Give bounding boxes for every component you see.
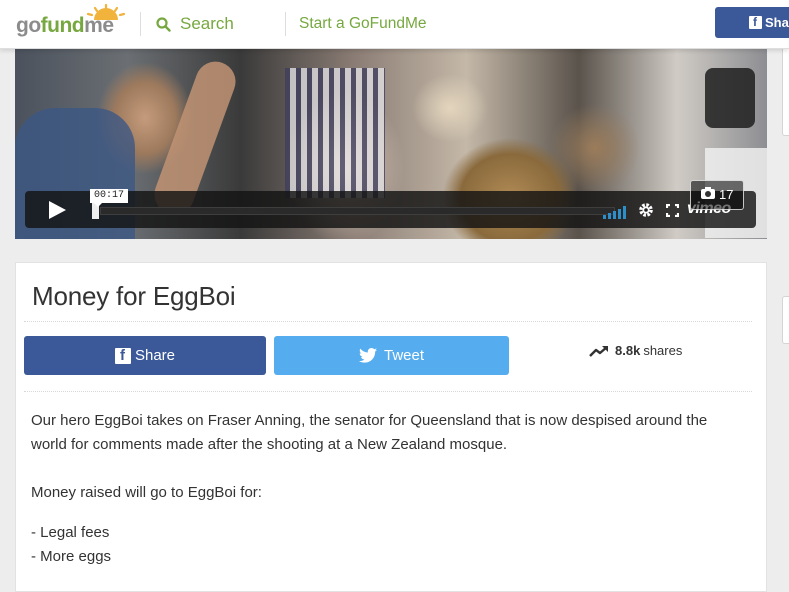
video-time-tooltip: 00:17 <box>90 189 128 207</box>
header-divider <box>140 12 141 36</box>
shares-label: shares <box>643 343 683 358</box>
tweet-button[interactable]: Tweet <box>274 336 509 375</box>
volume-icon[interactable] <box>603 206 626 219</box>
settings-gear-icon[interactable] <box>638 202 654 218</box>
video-frame-detail <box>705 68 755 128</box>
facebook-share-button[interactable]: Share <box>24 336 266 375</box>
list-item: - More eggs <box>31 548 112 565</box>
search-icon <box>156 16 171 32</box>
twitter-bird-icon <box>358 348 377 363</box>
campaign-story: Our hero EggBoi takes on Fraser Anning, … <box>31 409 746 569</box>
video-frame-detail <box>285 68 385 198</box>
photo-count: 17 <box>719 187 734 202</box>
video-progress-track[interactable] <box>100 207 615 215</box>
camera-icon <box>701 187 715 199</box>
sidebar-card-edge <box>782 296 789 344</box>
story-paragraph: Money raised will go to EggBoi for: <box>31 484 262 501</box>
share-count: 8.8k shares <box>589 343 682 358</box>
campaign-card: Money for EggBoi Share Tweet 8.8k shares… <box>15 262 767 592</box>
fullscreen-icon[interactable] <box>666 204 679 217</box>
video-controls: vimeo <box>25 191 756 228</box>
tweet-label: Tweet <box>383 347 425 364</box>
gofundme-logo[interactable]: gofundme <box>16 4 126 42</box>
play-icon[interactable] <box>49 201 66 219</box>
logo-wordmark: gofundme <box>16 14 114 37</box>
campaign-title: Money for EggBoi <box>32 281 236 311</box>
header-divider <box>285 12 286 36</box>
search-label: Search <box>180 14 234 33</box>
search-button[interactable]: Search <box>156 13 234 35</box>
divider <box>24 391 752 393</box>
trending-up-icon <box>589 345 608 357</box>
facebook-icon <box>749 15 762 29</box>
header-share-label: Sha <box>765 15 789 30</box>
header-share-button[interactable]: Sha <box>715 7 789 38</box>
shares-number: 8.8k <box>615 343 641 358</box>
photo-gallery-badge[interactable]: 17 <box>690 180 744 210</box>
share-label: Share <box>134 347 176 364</box>
list-item: - Legal fees <box>31 524 110 541</box>
sidebar-card-edge <box>782 48 789 136</box>
start-gofundme-link[interactable]: Start a GoFundMe <box>299 15 427 33</box>
story-paragraph: Our hero EggBoi takes on Fraser Anning, … <box>31 412 708 453</box>
facebook-icon <box>114 347 131 364</box>
divider <box>24 321 752 323</box>
top-header: gofundme Search Start a GoFundMe Sha <box>0 0 789 49</box>
